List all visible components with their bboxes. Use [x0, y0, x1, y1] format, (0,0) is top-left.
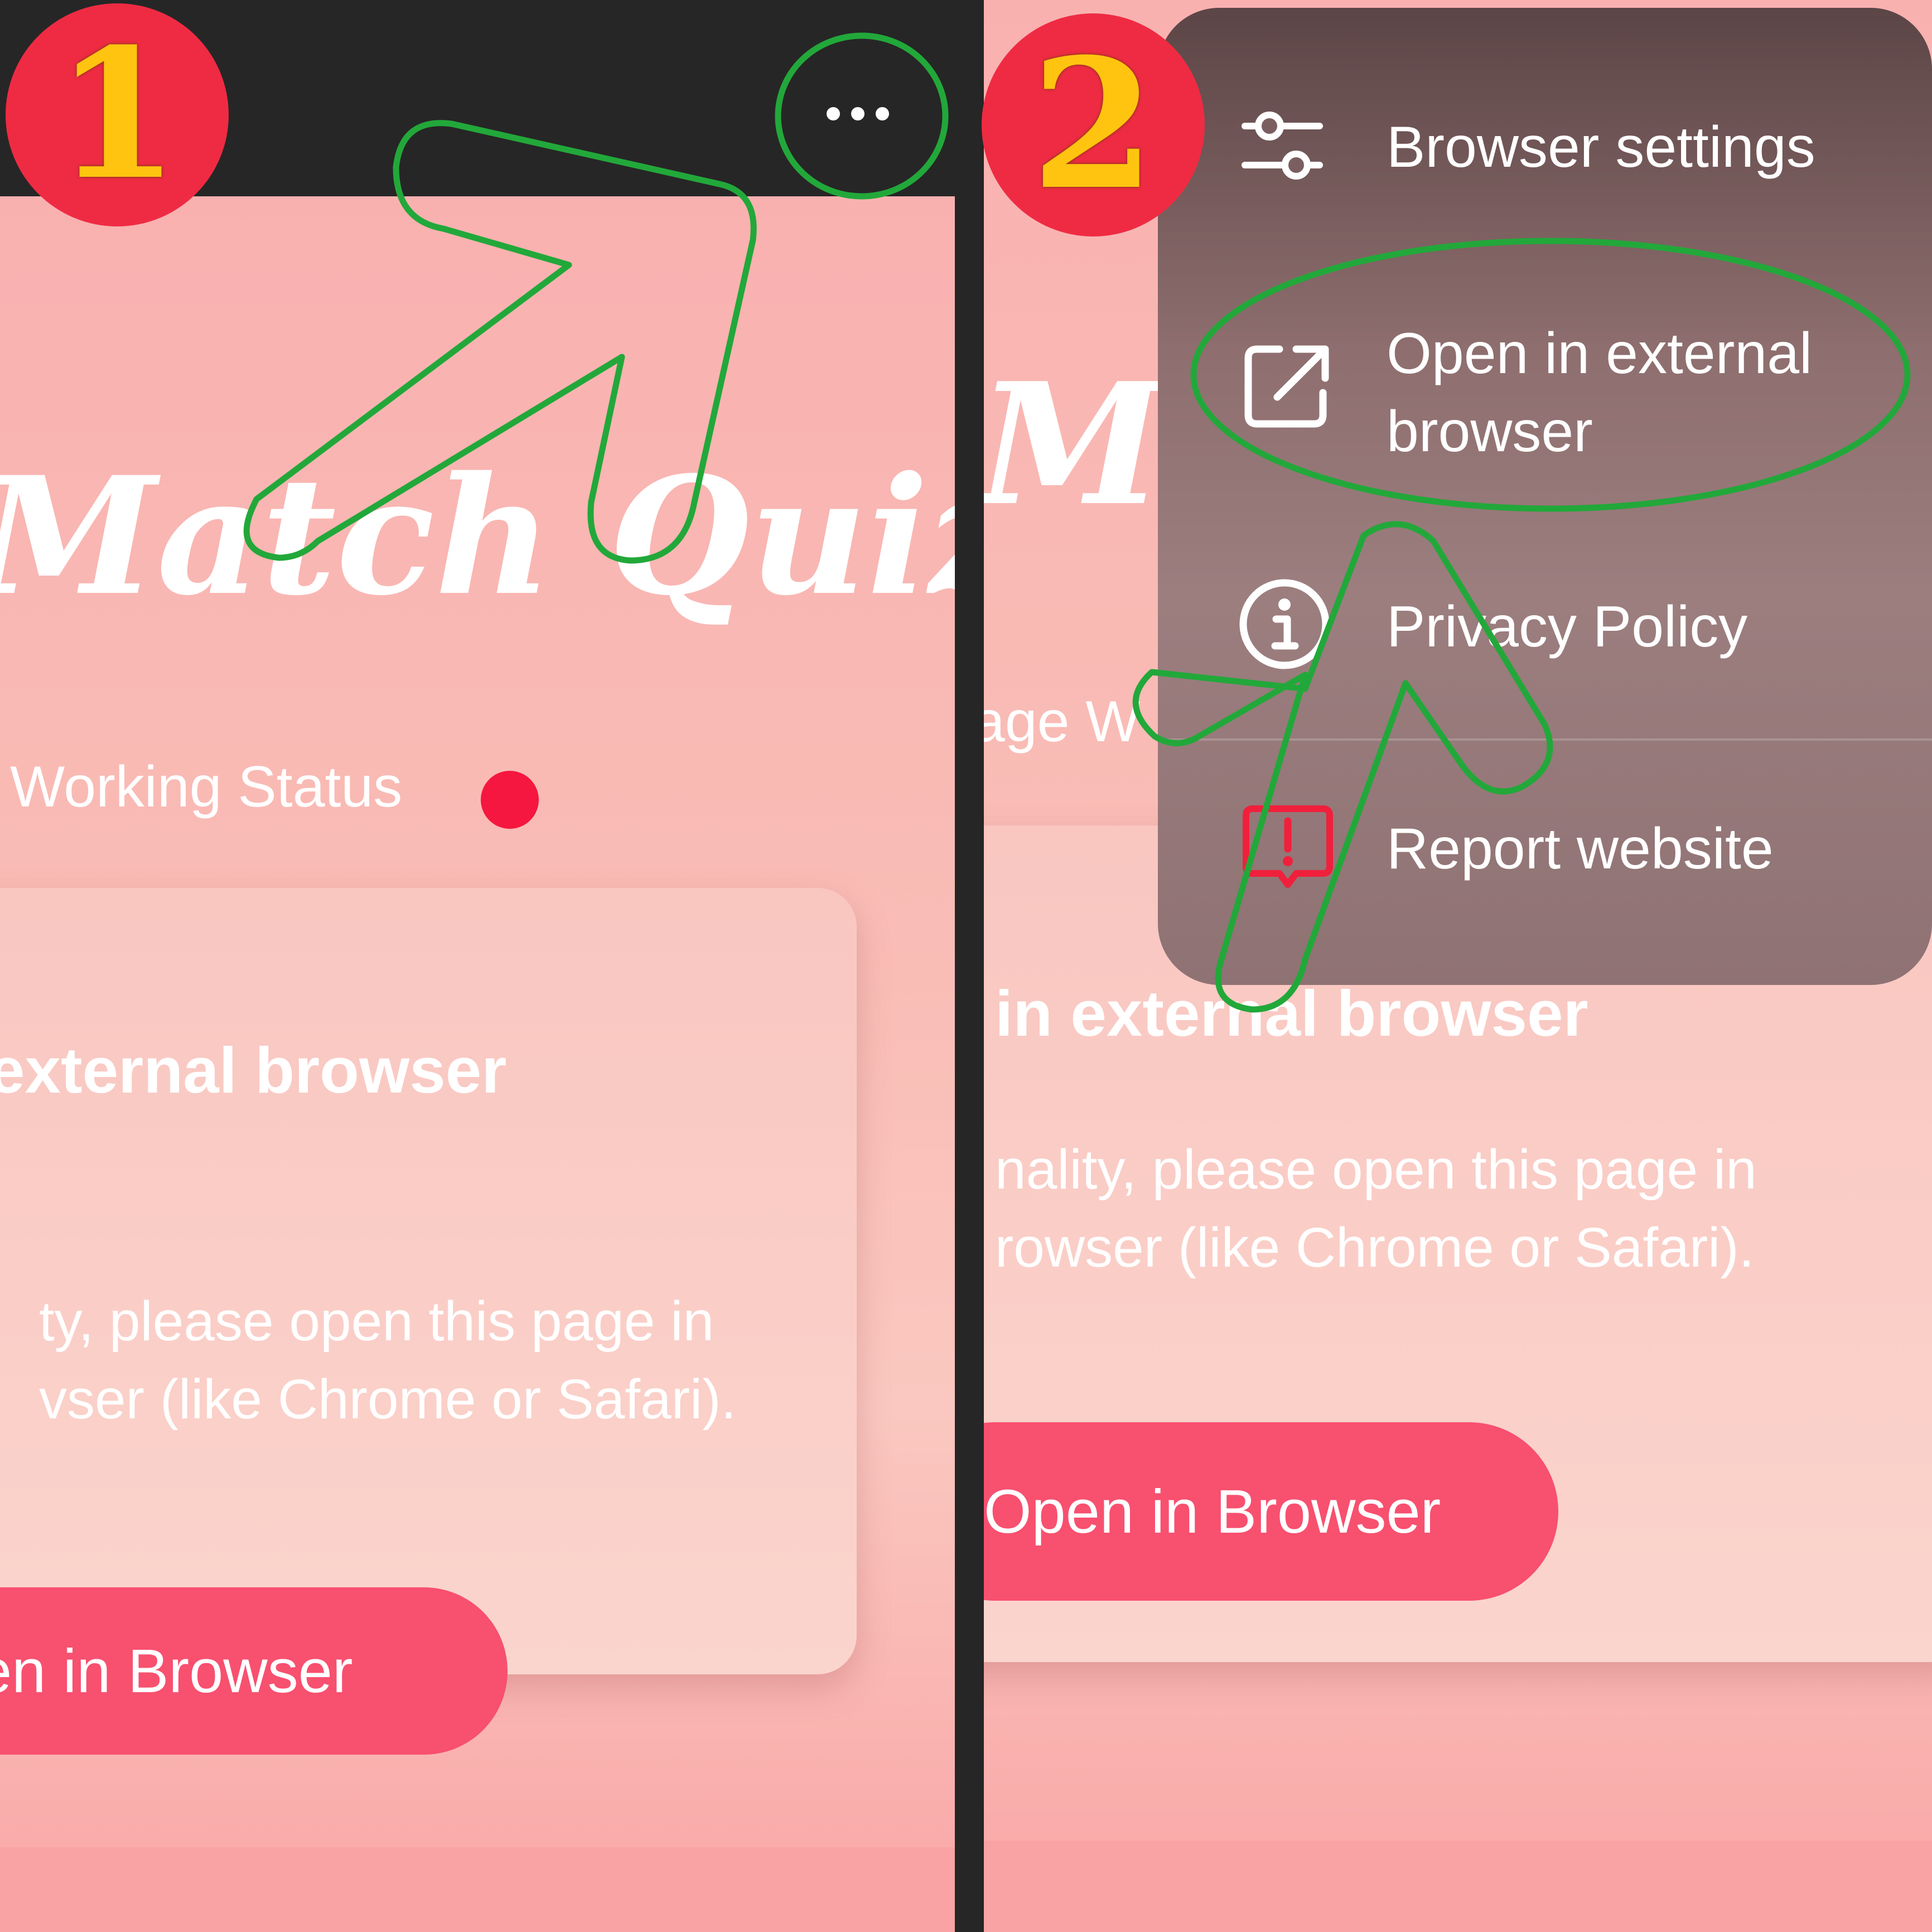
app-title-partial: M	[984, 346, 1164, 543]
quiz-page: Match Quiz Working Status external brows…	[0, 196, 955, 1932]
menu-label-report-website: Report website	[1387, 817, 1774, 881]
step-1-panel: Match Quiz Working Status external brows…	[0, 0, 955, 1932]
menu-label-privacy-policy: Privacy Policy	[1387, 595, 1748, 659]
menu-label-open-external-1: Open in external	[1387, 321, 1813, 386]
open-in-browser-button-2[interactable]: Open in Browser	[984, 1422, 1558, 1601]
bottom-band-2	[984, 1841, 1932, 1932]
menu-label-open-external-2: browser	[1387, 399, 1593, 464]
status-dot	[481, 771, 539, 829]
sliders-icon	[1242, 112, 1323, 180]
card-text-line-2: vser (like Chrome or Safari).	[39, 1368, 737, 1431]
more-options-button[interactable]	[777, 48, 945, 189]
open-in-browser-button[interactable]: en in Browser	[0, 1587, 508, 1755]
browser-options-menu: Browser settings Open in external browse…	[1158, 8, 1932, 985]
status-label: Working Status	[10, 755, 403, 819]
step-2-badge: 2	[982, 13, 1205, 236]
open-in-browser-label-2: Open in Browser	[984, 1477, 1441, 1546]
external-link-icon	[1244, 345, 1329, 428]
step-1-badge: 1	[6, 3, 229, 226]
status-label-partial: age W	[984, 689, 1141, 754]
menu-item-open-external[interactable]: Open in external browser	[1158, 253, 1932, 465]
card-heading-partial: in external browser	[995, 977, 1588, 1050]
more-dots-icon	[827, 107, 889, 120]
menu-item-report-website[interactable]: Report website	[1158, 750, 1932, 939]
bottom-band	[0, 1847, 955, 1932]
open-in-browser-label: en in Browser	[0, 1636, 353, 1706]
menu-item-browser-settings[interactable]: Browser settings	[1158, 52, 1932, 236]
info-card: external browser ty, please open this pa…	[0, 888, 857, 1755]
card-heading: external browser	[0, 1034, 507, 1107]
card-text-line-1: ty, please open this page in	[39, 1290, 714, 1353]
menu-item-privacy-policy[interactable]: Privacy Policy	[1158, 521, 1932, 727]
menu-divider	[1158, 738, 1932, 741]
card-text-line-2-partial: rowser (like Chrome or Safari).	[995, 1216, 1755, 1279]
card-text-line-1-partial: nality, please open this page in	[995, 1138, 1757, 1201]
info-icon	[1239, 579, 1330, 669]
app-title: Match Quiz	[0, 442, 955, 631]
report-icon	[1243, 805, 1333, 888]
menu-label-browser-settings: Browser settings	[1387, 115, 1815, 180]
